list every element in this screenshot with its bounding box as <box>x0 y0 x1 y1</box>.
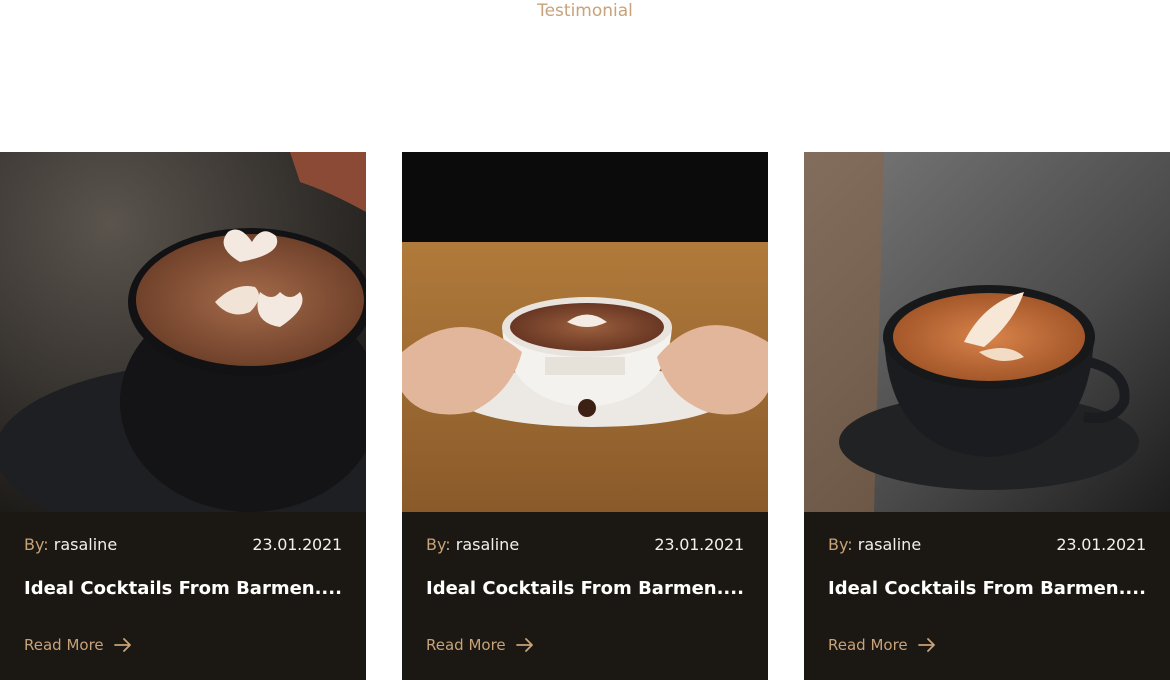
post-byline: By: rasaline <box>426 534 519 556</box>
read-more-label: Read More <box>24 636 104 654</box>
read-more-link[interactable]: Read More <box>24 634 132 656</box>
blog-cards: By: rasaline 23.01.2021 Ideal Cocktails … <box>0 152 1170 680</box>
post-image[interactable] <box>0 152 366 512</box>
post-meta: By: rasaline 23.01.2021 <box>426 534 744 556</box>
by-label: By: <box>426 535 451 554</box>
post-title[interactable]: Ideal Cocktails From Barmen.... <box>24 576 342 602</box>
arrow-right-icon <box>113 638 131 652</box>
by-label: By: <box>828 535 853 554</box>
by-label: By: <box>24 535 49 554</box>
section-kicker: Testimonial <box>537 1 633 21</box>
coffee-cup-image <box>402 152 768 512</box>
read-more-link[interactable]: Read More <box>426 634 534 656</box>
post-date: 23.01.2021 <box>654 535 744 554</box>
post-title[interactable]: Ideal Cocktails From Barmen.... <box>828 576 1146 602</box>
arrow-right-icon <box>917 638 935 652</box>
coffee-cup-image <box>0 152 366 512</box>
post-date: 23.01.2021 <box>1056 535 1146 554</box>
post-byline: By: rasaline <box>24 534 117 556</box>
post-title[interactable]: Ideal Cocktails From Barmen.... <box>426 576 744 602</box>
post-date: 23.01.2021 <box>252 535 342 554</box>
post-body: By: rasaline 23.01.2021 Ideal Cocktails … <box>804 512 1170 680</box>
read-more-link[interactable]: Read More <box>828 634 936 656</box>
author-link[interactable]: rasaline <box>456 535 519 554</box>
read-more-label: Read More <box>828 636 908 654</box>
author-link[interactable]: rasaline <box>54 535 117 554</box>
blog-card: By: rasaline 23.01.2021 Ideal Cocktails … <box>0 152 366 680</box>
post-meta: By: rasaline 23.01.2021 <box>828 534 1146 556</box>
arrow-right-icon <box>515 638 533 652</box>
blog-card: By: rasaline 23.01.2021 Ideal Cocktails … <box>804 152 1170 680</box>
post-meta: By: rasaline 23.01.2021 <box>24 534 342 556</box>
post-body: By: rasaline 23.01.2021 Ideal Cocktails … <box>402 512 768 680</box>
post-image[interactable] <box>402 152 768 512</box>
author-link[interactable]: rasaline <box>858 535 921 554</box>
blog-card: By: rasaline 23.01.2021 Ideal Cocktails … <box>402 152 768 680</box>
post-body: By: rasaline 23.01.2021 Ideal Cocktails … <box>0 512 366 680</box>
coffee-cup-image <box>804 152 1170 512</box>
blog-section: Testimonial By: rasaline 23.01.2021 Idea… <box>0 0 1170 680</box>
read-more-label: Read More <box>426 636 506 654</box>
post-byline: By: rasaline <box>828 534 921 556</box>
post-image[interactable] <box>804 152 1170 512</box>
